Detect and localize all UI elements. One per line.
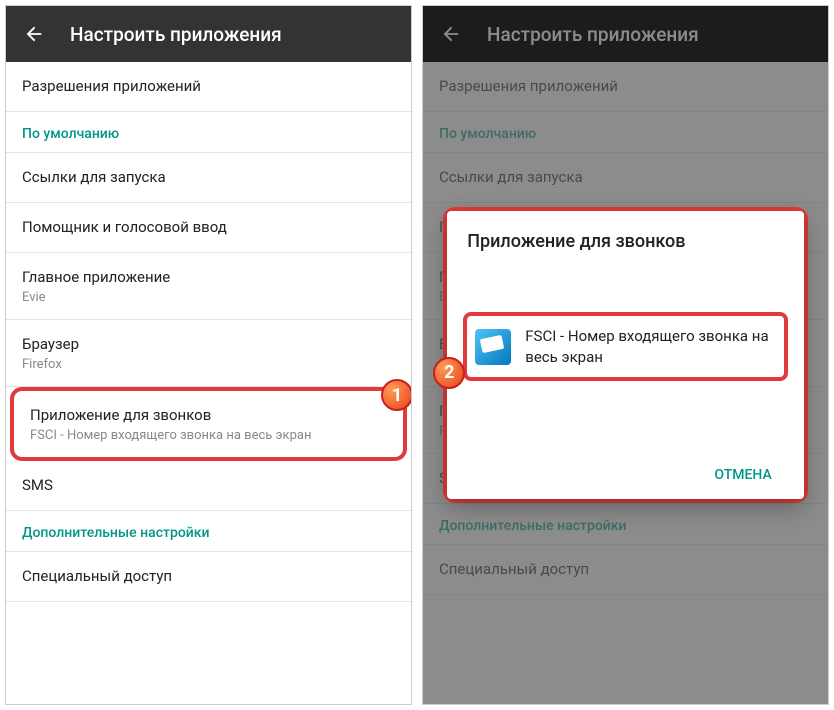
item-special[interactable]: Специальный доступ bbox=[6, 552, 411, 602]
section-default: По умолчанию bbox=[6, 112, 411, 153]
highlight-dialog: 2 Приложение для звонков FSCI - Номер вх… bbox=[443, 207, 808, 503]
screenshot-right: Настроить приложения Разрешения приложен… bbox=[422, 5, 829, 705]
item-permissions[interactable]: Разрешения приложений bbox=[6, 62, 411, 112]
settings-list: Разрешения приложений По умолчанию Ссылк… bbox=[6, 62, 411, 704]
highlight-phone-app: 1 Приложение для звонков FSCI - Номер вх… bbox=[10, 387, 407, 461]
app-icon bbox=[475, 329, 511, 365]
step-badge-2: 2 bbox=[433, 357, 465, 389]
item-home-app[interactable]: Главное приложение Evie bbox=[6, 253, 411, 320]
highlight-option: FSCI - Номер входящего звонка на весь эк… bbox=[463, 312, 788, 381]
item-links[interactable]: Ссылки для запуска bbox=[6, 153, 411, 203]
phone-app-dialog: Приложение для звонков FSCI - Номер вход… bbox=[447, 211, 804, 499]
item-sms[interactable]: SMS bbox=[6, 461, 411, 511]
page-title: Настроить приложения bbox=[70, 23, 282, 46]
app-header: Настроить приложения bbox=[6, 6, 411, 62]
step-badge-1: 1 bbox=[381, 379, 411, 411]
item-phone-app[interactable]: Приложение для звонков FSCI - Номер вход… bbox=[14, 391, 403, 457]
dialog-title: Приложение для звонков bbox=[467, 231, 784, 252]
section-extra: Дополнительные настройки bbox=[6, 511, 411, 552]
dialog-actions: ОТМЕНА bbox=[467, 451, 784, 491]
screenshot-left: Настроить приложения Разрешения приложен… bbox=[5, 5, 412, 705]
cancel-button[interactable]: ОТМЕНА bbox=[702, 459, 783, 491]
dialog-scrim[interactable]: 2 Приложение для звонков FSCI - Номер вх… bbox=[423, 6, 828, 704]
back-icon[interactable] bbox=[22, 22, 46, 46]
item-assistant[interactable]: Помощник и голосовой ввод bbox=[6, 203, 411, 253]
dialog-option-fsci[interactable]: FSCI - Номер входящего звонка на весь эк… bbox=[467, 316, 784, 377]
item-browser[interactable]: Браузер Firefox bbox=[6, 320, 411, 387]
